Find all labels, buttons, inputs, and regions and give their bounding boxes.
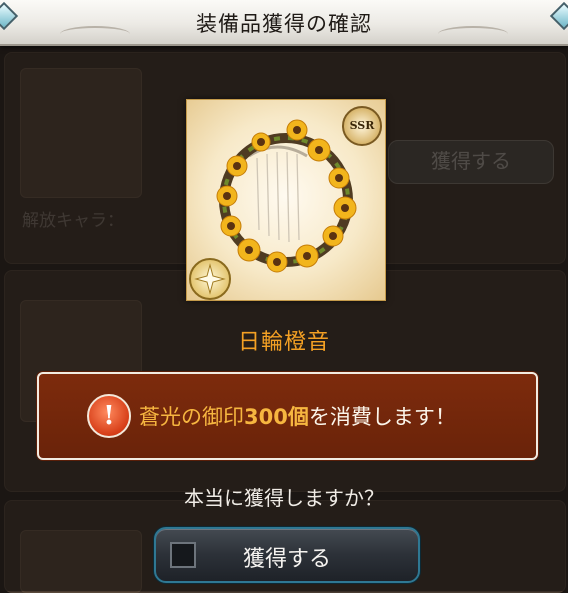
currency-quantity: 300個 — [244, 405, 309, 429]
item-image: SSR — [186, 99, 386, 301]
acquire-button[interactable]: 獲得する — [154, 527, 420, 583]
cost-notice-text: 蒼光の御印300個を消費します！ — [139, 401, 456, 431]
rarity-badge: SSR — [342, 106, 382, 146]
currency-name: 蒼光の御印 — [139, 405, 244, 429]
acquire-button-label: 獲得する — [242, 547, 331, 572]
confirmation-question: 本当に獲得しますか？ — [184, 486, 384, 510]
light-element-icon — [189, 258, 231, 300]
exclamation-circle-icon: ! — [87, 394, 131, 438]
item-name: 日輪橙音 — [237, 330, 330, 355]
notice-suffix: を消費します！ — [308, 405, 456, 429]
cost-notice: ! 蒼光の御印300個を消費します！ — [37, 372, 538, 460]
dialog-title-bar: 装備品獲得の確認 — [0, 0, 568, 46]
dialog-title: 装備品獲得の確認 — [196, 12, 372, 36]
